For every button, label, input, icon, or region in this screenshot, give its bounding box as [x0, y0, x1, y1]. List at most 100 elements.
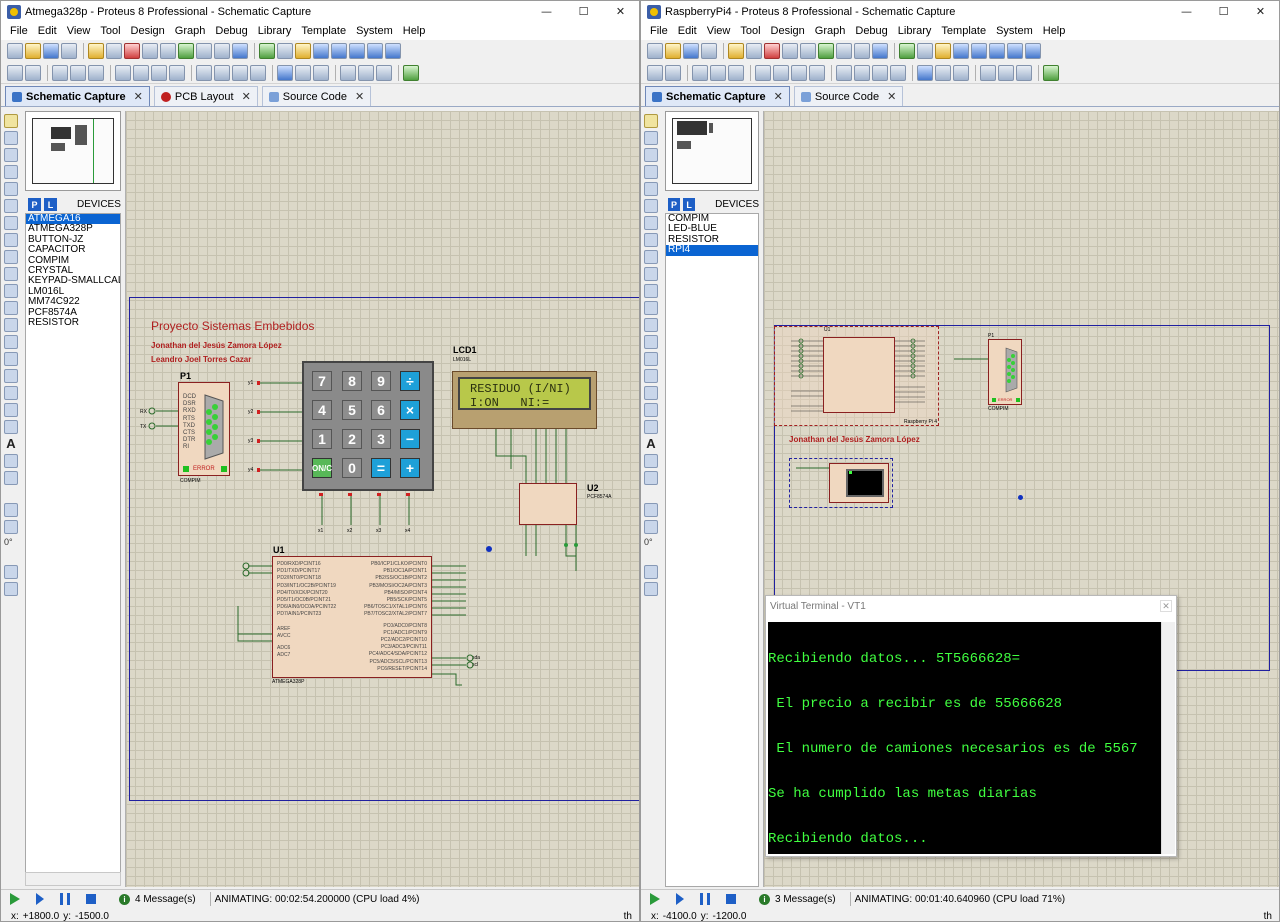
close-tab-icon[interactable]: ✕ — [774, 90, 783, 103]
menu-help[interactable]: Help — [1038, 25, 1071, 37]
overview-window[interactable] — [665, 111, 759, 191]
block-move-icon[interactable] — [773, 64, 789, 81]
component-mode-icon[interactable] — [644, 131, 658, 145]
remove-sheet-icon[interactable] — [358, 64, 374, 81]
play-button[interactable] — [650, 893, 660, 905]
tab-schematic-capture[interactable]: Schematic Capture ✕ — [645, 86, 790, 106]
exit-parent-icon[interactable] — [376, 64, 392, 81]
pick-device-button[interactable]: P — [28, 198, 41, 211]
menu-design[interactable]: Design — [766, 25, 810, 37]
pause-button[interactable] — [60, 893, 70, 905]
block-copy-icon[interactable] — [115, 64, 131, 81]
stop-button[interactable] — [86, 894, 96, 904]
path-icon[interactable] — [644, 420, 658, 434]
terminals-icon[interactable] — [644, 233, 658, 247]
property-assignment-icon[interactable] — [953, 64, 969, 81]
tab-schematic-capture[interactable]: Schematic Capture ✕ — [5, 86, 150, 106]
zoom-area-icon[interactable] — [385, 43, 401, 59]
text-script-icon[interactable] — [4, 182, 18, 196]
make-device-icon[interactable] — [214, 64, 230, 81]
search-tag-icon[interactable] — [295, 64, 311, 81]
exit-parent-icon[interactable] — [1016, 64, 1032, 81]
graph-mode-icon[interactable] — [4, 267, 18, 281]
line-icon[interactable] — [4, 352, 18, 366]
terminals-icon[interactable] — [4, 233, 18, 247]
menu-edit[interactable]: Edit — [33, 25, 62, 37]
new-sheet-icon[interactable] — [340, 64, 356, 81]
block-rotate-icon[interactable] — [791, 64, 807, 81]
menu-view[interactable]: View — [702, 25, 736, 37]
wire-autorouter-icon[interactable] — [277, 64, 293, 81]
make-device-icon[interactable] — [854, 64, 870, 81]
device-list[interactable]: COMPIM LED-BLUE RESISTOR RPI4 — [665, 213, 759, 887]
close-icon[interactable]: ✕ — [1160, 600, 1172, 612]
close-tab-icon[interactable]: ✕ — [355, 90, 364, 103]
play-button[interactable] — [10, 893, 20, 905]
schematic-icon[interactable] — [746, 43, 762, 59]
zoom-all-icon[interactable] — [367, 43, 383, 59]
overview-window[interactable] — [25, 111, 121, 191]
wire-label-icon[interactable] — [4, 165, 18, 179]
menu-view[interactable]: View — [62, 25, 96, 37]
cut-icon[interactable] — [52, 64, 68, 81]
3d-icon[interactable] — [142, 43, 158, 59]
terminal-output[interactable]: Recibiendo datos... 5T5666628= El precio… — [768, 622, 1161, 854]
rotate-anticlockwise-icon[interactable] — [644, 520, 658, 534]
maximize-button[interactable]: ☐ — [1205, 1, 1242, 22]
wire-autorouter-icon[interactable] — [917, 64, 933, 81]
generator-icon[interactable] — [4, 301, 18, 315]
device-list[interactable]: ATMEGA16 ATMEGA328P BUTTON-JZ CAPACITOR … — [25, 213, 121, 873]
circle-icon[interactable] — [644, 386, 658, 400]
menu-tool[interactable]: Tool — [735, 25, 765, 37]
rotation-angle[interactable]: 0° — [4, 537, 18, 551]
menu-help[interactable]: Help — [398, 25, 431, 37]
device-pins-icon[interactable] — [4, 250, 18, 264]
zoom-out-icon[interactable] — [989, 43, 1005, 59]
wire-label-icon[interactable] — [644, 165, 658, 179]
pcb-icon[interactable] — [764, 43, 780, 59]
menu-tool[interactable]: Tool — [95, 25, 125, 37]
help-icon[interactable] — [872, 43, 888, 59]
undo-icon[interactable] — [647, 64, 663, 81]
pick-device-button[interactable]: P — [668, 198, 681, 211]
box-icon[interactable] — [644, 369, 658, 383]
symbol-icon[interactable] — [4, 454, 18, 468]
minimize-button[interactable]: — — [528, 1, 565, 22]
menu-debug[interactable]: Debug — [850, 25, 892, 37]
new-file-icon[interactable] — [7, 43, 23, 59]
menu-file[interactable]: File — [5, 25, 33, 37]
generator-icon[interactable] — [644, 301, 658, 315]
packaging-tool-icon[interactable] — [232, 64, 248, 81]
bom-icon[interactable] — [178, 43, 194, 59]
copy-icon[interactable] — [710, 64, 726, 81]
list-item[interactable]: MM74C922 — [26, 296, 120, 307]
schematic-icon[interactable] — [106, 43, 122, 59]
bill-of-materials-icon[interactable] — [1043, 64, 1059, 81]
origin-icon[interactable] — [295, 43, 311, 59]
step-button[interactable] — [676, 893, 684, 905]
text-icon[interactable]: A — [4, 437, 18, 451]
save-icon[interactable] — [683, 43, 699, 59]
copy-icon[interactable] — [70, 64, 86, 81]
library-manager-button[interactable]: L — [683, 198, 696, 211]
save-icon[interactable] — [43, 43, 59, 59]
paste-icon[interactable] — [88, 64, 104, 81]
source-code-icon[interactable] — [214, 43, 230, 59]
library-manager-button[interactable]: L — [44, 198, 57, 211]
refresh-icon[interactable] — [899, 43, 915, 59]
device-pins-icon[interactable] — [644, 250, 658, 264]
zoom-in-icon[interactable] — [331, 43, 347, 59]
block-copy-icon[interactable] — [755, 64, 771, 81]
message-count[interactable]: 4 Message(s) — [135, 894, 196, 905]
menu-edit[interactable]: Edit — [673, 25, 702, 37]
list-item[interactable]: RPI4 — [666, 244, 758, 256]
path-icon[interactable] — [4, 420, 18, 434]
schematic-canvas[interactable]: Proyecto Sistemas Embebidos Jonathan del… — [125, 111, 639, 887]
remove-sheet-icon[interactable] — [998, 64, 1014, 81]
menu-system[interactable]: System — [991, 25, 1038, 37]
decompose-icon[interactable] — [890, 64, 906, 81]
source-code-icon[interactable] — [854, 43, 870, 59]
pause-button[interactable] — [700, 893, 710, 905]
menu-library[interactable]: Library — [893, 25, 937, 37]
home-icon[interactable] — [728, 43, 744, 59]
